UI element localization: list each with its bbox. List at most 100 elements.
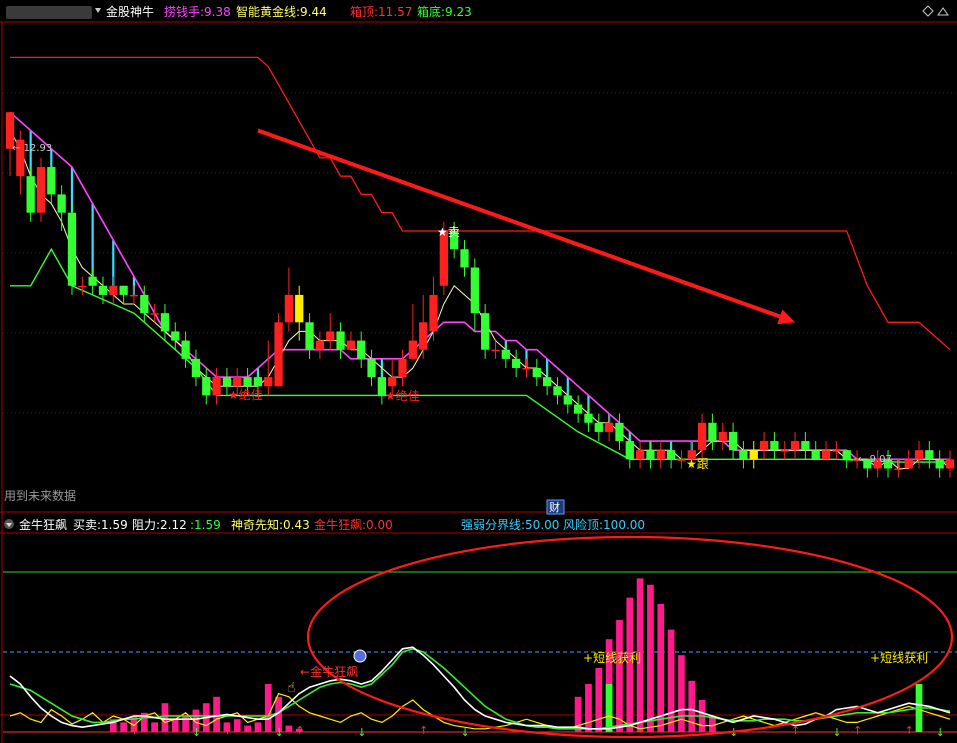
candle-body bbox=[336, 331, 345, 350]
candle-body bbox=[212, 377, 221, 396]
candle-body bbox=[646, 450, 655, 460]
candle-body bbox=[790, 441, 800, 451]
indicator-title[interactable]: 金股神牛 bbox=[106, 4, 154, 19]
candle-body bbox=[160, 313, 170, 332]
sub-risk-top-value: 100.00 bbox=[603, 518, 645, 532]
pink-bar bbox=[595, 668, 603, 732]
candle-body bbox=[697, 422, 707, 451]
candle-body bbox=[749, 450, 758, 460]
signal-best-2: ★绝佳 bbox=[385, 388, 420, 403]
candle-body bbox=[419, 322, 428, 350]
candle-body bbox=[295, 294, 304, 323]
candle-body bbox=[119, 285, 128, 295]
candle-body bbox=[274, 322, 283, 387]
down-arrow-icon: ↓ bbox=[461, 726, 470, 739]
pink-bar bbox=[264, 684, 272, 732]
sub-prophet-value: 0.43 bbox=[283, 518, 310, 532]
svg-text:箱顶:11.57: 箱顶:11.57 bbox=[350, 4, 412, 19]
svg-text:风险顶:100.00: 风险顶:100.00 bbox=[563, 517, 645, 532]
candle-body bbox=[553, 386, 562, 396]
candle-body bbox=[501, 349, 510, 359]
candle-body bbox=[842, 450, 851, 460]
candle-body bbox=[150, 313, 159, 315]
sub-buysell-value: 1.59 bbox=[101, 518, 128, 532]
down-arrow-icon: ↓ bbox=[357, 726, 366, 739]
sub-header-bar: 金牛狂飙 买卖:1.59 阻力:2.12 :1.59 神奇先知:0.43 金牛狂… bbox=[4, 517, 645, 532]
candle-body bbox=[388, 377, 397, 387]
indicator-golden-line-value: 9.44 bbox=[300, 5, 327, 19]
cai-badge[interactable]: 财 bbox=[549, 500, 560, 514]
sub-resistance-value: 2.12 bbox=[160, 518, 187, 532]
candle-body bbox=[563, 395, 572, 405]
candle-body bbox=[470, 267, 479, 314]
candle-body bbox=[439, 230, 448, 286]
pink-bar bbox=[171, 719, 179, 732]
candle-body bbox=[315, 340, 325, 350]
sub-strong-weak-value: 50.00 bbox=[525, 518, 559, 532]
candle-body bbox=[305, 322, 314, 350]
candle-body bbox=[935, 459, 944, 469]
signal-best-1: ★绝佳 bbox=[228, 387, 263, 402]
svg-text:阻力:2.12: 阻力:2.12 bbox=[132, 518, 187, 532]
candle-body bbox=[222, 377, 232, 387]
candle-body bbox=[398, 358, 407, 378]
candle-body bbox=[574, 404, 583, 414]
hand-icon: ☝ bbox=[287, 680, 296, 696]
sub-label-short-profit-2: +短线获利 bbox=[870, 651, 928, 665]
kline-chart[interactable]: ↑ ↑ ↑ ↑ ↑ ↑ ↑↓ ↓ ↓ ↓ ↓ ↓ ↓ 金股神牛 捞钱手:9.38 智能黄金线:9.44 … bbox=[0, 0, 957, 743]
blurred-stock-code bbox=[6, 6, 92, 19]
candle-body bbox=[253, 377, 263, 387]
candle-body bbox=[243, 377, 252, 387]
candle-body bbox=[728, 431, 738, 451]
up-arrow-icon: ↑ bbox=[791, 724, 800, 737]
candle-body bbox=[326, 331, 335, 341]
sub-label-short-profit-1: +短线获利 bbox=[583, 651, 641, 665]
pink-bar bbox=[285, 725, 293, 732]
candle-body bbox=[739, 450, 748, 460]
pink-bar bbox=[120, 722, 127, 732]
indicator-box-top-value: 11.57 bbox=[378, 5, 412, 19]
candle-body bbox=[821, 450, 831, 460]
candle-body bbox=[491, 349, 500, 352]
candle-body bbox=[36, 167, 46, 213]
candle-body bbox=[759, 441, 769, 451]
candle-body bbox=[481, 313, 490, 350]
candle-body bbox=[408, 340, 417, 359]
pink-bar bbox=[585, 684, 592, 732]
green-bar bbox=[605, 684, 613, 732]
candle-body bbox=[367, 358, 376, 378]
candle-body bbox=[191, 358, 201, 378]
candle-body bbox=[57, 194, 66, 213]
down-arrow-icon: ↓ bbox=[275, 726, 284, 739]
indicator-box-bottom-label: 箱底: bbox=[417, 4, 445, 19]
candle-body bbox=[594, 422, 603, 432]
candle-body bbox=[171, 331, 180, 341]
signal-follow: ★跟 bbox=[686, 457, 709, 471]
candle-body bbox=[615, 422, 624, 442]
future-data-note: 用到未来数据 bbox=[4, 488, 76, 503]
indicator-box-top-label: 箱顶: bbox=[350, 4, 378, 19]
svg-text:捞钱手:9.38: 捞钱手:9.38 bbox=[164, 4, 231, 19]
pink-bar bbox=[254, 722, 262, 732]
up-arrow-icon: ↑ bbox=[419, 724, 428, 737]
sub-indicator-title[interactable]: 金牛狂飙 bbox=[19, 517, 67, 532]
candle-body bbox=[945, 459, 955, 469]
up-arrow-icon: ↑ bbox=[853, 724, 862, 737]
down-arrow-icon: ↓ bbox=[192, 726, 201, 739]
sub-green-value: 1.59 bbox=[194, 518, 221, 532]
sad-face-icon bbox=[353, 649, 367, 663]
candle-body bbox=[770, 441, 779, 451]
indicator-golden-line-label: 智能黄金线: bbox=[236, 4, 300, 19]
candle-body bbox=[780, 450, 789, 452]
candle-body bbox=[925, 450, 934, 460]
up-arrow-icon: ↑ bbox=[223, 724, 232, 737]
candle-body bbox=[604, 422, 614, 432]
candle-body bbox=[656, 450, 665, 460]
candle-body bbox=[543, 377, 552, 387]
svg-text::1.59: :1.59 bbox=[190, 518, 221, 532]
candle-body bbox=[181, 340, 190, 359]
down-arrow-icon: ↓ bbox=[936, 726, 945, 739]
candle-body bbox=[532, 367, 541, 378]
indicator-money-hand-label: 捞钱手: bbox=[164, 4, 204, 19]
candle-body bbox=[26, 176, 35, 213]
